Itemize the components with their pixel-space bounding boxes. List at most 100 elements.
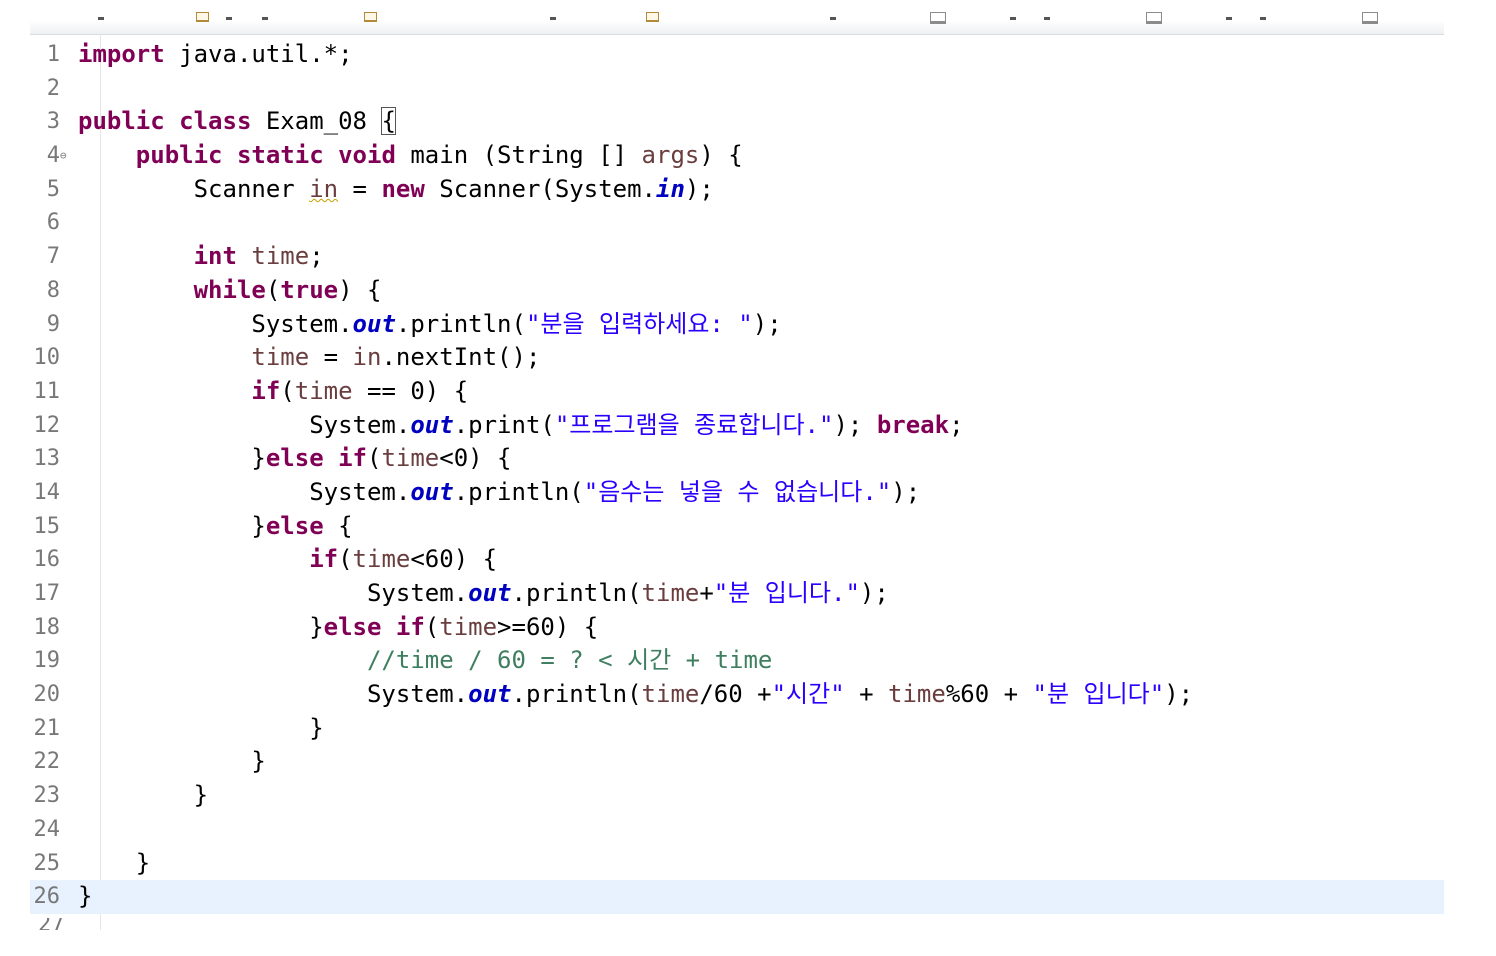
code-line[interactable]: 4 ⊖ public static void main (String [] ar…	[30, 139, 1444, 173]
java-file-icon[interactable]	[196, 12, 209, 22]
code-token: }	[78, 747, 266, 776]
code-text[interactable]: import java.util.*;	[78, 38, 353, 72]
line-number: 23	[33, 783, 61, 809]
code-token: }	[78, 882, 93, 911]
line-number: 7	[46, 244, 60, 270]
code-line[interactable]: 17 System.out.println(time+"분 입니다.");	[30, 577, 1444, 611]
code-text[interactable]: time = in.nextInt();	[78, 341, 540, 375]
code-line[interactable]: 26}	[30, 880, 1444, 914]
code-line[interactable]: 22 }	[30, 745, 1444, 779]
java-file-icon[interactable]	[364, 12, 377, 22]
code-line[interactable]: 23 }	[30, 779, 1444, 813]
code-text[interactable]: //time / 60 = ? < 시간 + time	[78, 644, 772, 678]
line-number: 17	[33, 581, 61, 606]
code-token: }	[78, 612, 324, 641]
code-token: +	[844, 680, 889, 709]
code-text[interactable]: }else {	[78, 510, 352, 544]
code-editor[interactable]: 1 import java.util.*; 2 3 public class Exam_…	[30, 0, 1444, 930]
code-text[interactable]: }else if(time<0) {	[78, 442, 511, 476]
code-text[interactable]: System.out.println(time/60 +"시간" + time%…	[78, 678, 1193, 712]
line-number: 18	[33, 614, 61, 640]
code-text[interactable]: public class Exam_08 {	[78, 105, 396, 139]
tab-fragment	[226, 17, 232, 20]
code-line[interactable]: 16 if(time<60) {	[30, 543, 1444, 577]
code-text[interactable]: }	[78, 847, 150, 881]
code-text[interactable]: System.out.println(time+"분 입니다.");	[78, 577, 889, 611]
code-text[interactable]: }	[78, 745, 266, 779]
code-line[interactable]: 1 import java.util.*;	[30, 38, 1444, 72]
code-line[interactable]: 13 }else if(time<0) {	[30, 442, 1444, 476]
code-token: time	[381, 444, 440, 473]
code-line[interactable]: 21 }	[30, 712, 1444, 746]
tab-fragment	[1226, 17, 1232, 20]
code-token: .println(	[511, 680, 642, 709]
code-lines[interactable]: 1 import java.util.*; 2 3 public class Exam_…	[30, 38, 1444, 914]
code-text[interactable]: while(true) {	[78, 274, 382, 308]
tab-close-icon[interactable]	[1146, 12, 1162, 24]
code-line[interactable]: 15 }else {	[30, 510, 1444, 544]
code-text[interactable]: if(time<60) {	[78, 543, 497, 577]
tab-close-icon[interactable]	[930, 12, 946, 24]
code-line[interactable]: 2	[30, 72, 1444, 106]
code-line[interactable]: 14 System.out.println("음수는 넣을 수 없습니다.");	[30, 476, 1444, 510]
code-token: "분 입니다."	[713, 579, 860, 607]
code-line[interactable]: 24	[30, 813, 1444, 847]
line-number: 4	[46, 143, 60, 169]
line-number: 12	[33, 412, 61, 438]
code-text[interactable]: }	[78, 779, 208, 813]
code-token: Scanner	[78, 174, 310, 203]
code-token: (	[338, 545, 353, 574]
code-line[interactable]: 12 System.out.print("프로그램을 종료합니다."); bre…	[30, 409, 1444, 443]
code-text[interactable]: }else if(time>=60) {	[78, 611, 598, 645]
code-line[interactable]: 7 int time;	[30, 240, 1444, 274]
tab-close-icon[interactable]	[1362, 12, 1378, 24]
code-line[interactable]: 10 time = in.nextInt();	[30, 341, 1444, 375]
fold-collapse-icon[interactable]: ⊖	[60, 150, 67, 162]
code-text[interactable]: Scanner in = new Scanner(System.in);	[78, 173, 714, 207]
code-line[interactable]: 9 System.out.println("분을 입력하세요: ");	[30, 308, 1444, 342]
code-line[interactable]: 6	[30, 206, 1444, 240]
code-token: java.util.*;	[164, 40, 353, 68]
code-line[interactable]: 11 if(time == 0) {	[30, 375, 1444, 409]
code-token: ;	[949, 410, 964, 439]
code-text[interactable]: System.out.println("음수는 넣을 수 없습니다.");	[78, 476, 920, 510]
code-line[interactable]: 20 System.out.println(time/60 +"시간" + ti…	[30, 678, 1444, 712]
code-line[interactable]: 18 }else if(time>=60) {	[30, 611, 1444, 645]
code-token: class	[179, 107, 252, 136]
line-number: 21	[33, 715, 61, 741]
code-text[interactable]: }	[78, 880, 92, 914]
code-token: if	[309, 545, 339, 574]
code-token: .println(	[453, 477, 584, 506]
code-token: {	[381, 107, 396, 136]
code-token: while	[193, 275, 266, 304]
code-line[interactable]: 25 }	[30, 847, 1444, 881]
code-token: "프로그램을 종료합니다."	[554, 410, 834, 439]
code-line[interactable]: 3 public class Exam_08 {	[30, 105, 1444, 139]
code-text[interactable]: }	[78, 712, 323, 746]
code-token: );	[891, 477, 921, 506]
code-text[interactable]: public static void main (String [] args)…	[78, 139, 743, 173]
java-file-icon[interactable]	[646, 12, 659, 22]
code-token: =	[338, 174, 382, 203]
line-number: 10	[33, 345, 61, 371]
code-text[interactable]: int time;	[78, 240, 324, 274]
code-text[interactable]: if(time == 0) {	[78, 375, 468, 409]
code-token: }	[78, 848, 151, 877]
code-token: (	[367, 444, 382, 473]
code-text[interactable]: System.out.print("프로그램을 종료합니다."); break;	[78, 409, 964, 443]
code-line[interactable]: 19 //time / 60 = ? < 시간 + time	[30, 644, 1444, 678]
code-token: Scanner(System.	[424, 174, 656, 203]
code-token: else	[265, 511, 324, 540]
code-token: );	[1164, 680, 1194, 709]
code-line[interactable]: 8 while(true) {	[30, 274, 1444, 308]
code-line[interactable]: 5 Scanner in = new Scanner(System.in);	[30, 173, 1444, 207]
code-token: out	[410, 410, 454, 439]
line-number: 6	[46, 210, 60, 236]
code-token: time	[641, 579, 700, 607]
code-text[interactable]: System.out.println("분을 입력하세요: ");	[78, 308, 781, 342]
